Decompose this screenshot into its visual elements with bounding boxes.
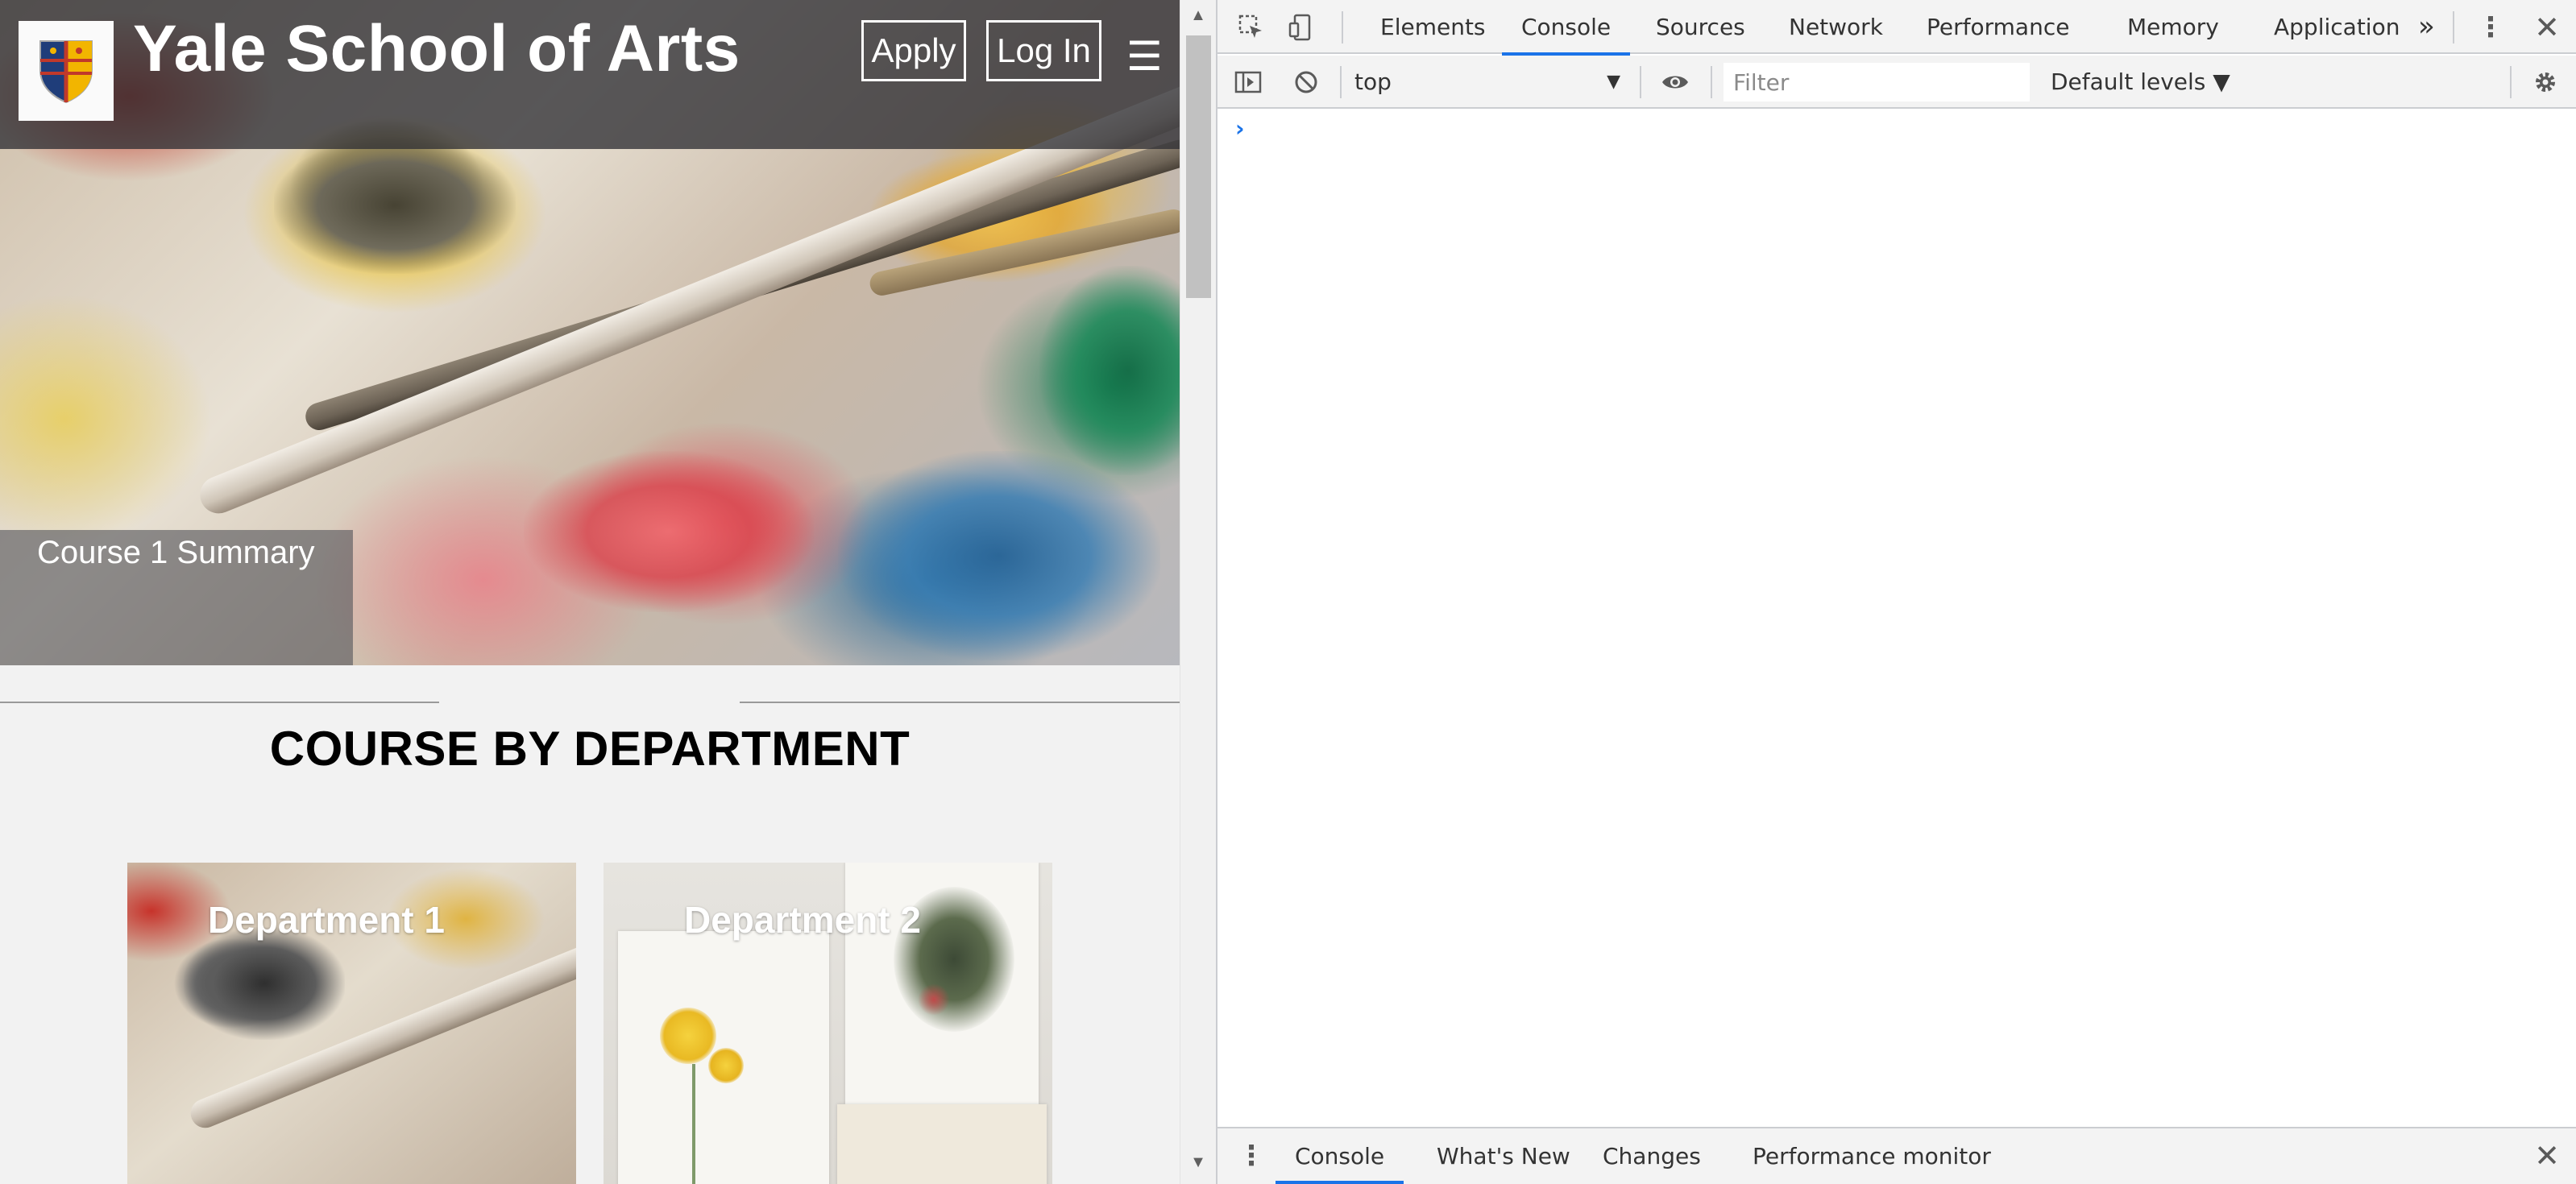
tab-network[interactable]: Network [1769, 0, 1902, 54]
drawer-tab-console[interactable]: Console [1276, 1128, 1404, 1184]
console-prompt-chevron-icon[interactable]: › [1235, 115, 1245, 142]
site-header: Yale School of Arts Apply Log In ☰ [0, 0, 1180, 149]
hero-caption-text: Course 1 Summary [37, 535, 315, 570]
tab-application[interactable]: Application [2255, 0, 2419, 54]
department-card-label: Department 1 [208, 899, 445, 941]
drawer-tab-changes[interactable]: Changes [1583, 1128, 1720, 1184]
login-button[interactable]: Log In [986, 20, 1101, 81]
context-selector[interactable]: top ▼ [1354, 64, 1620, 101]
school-logo[interactable] [19, 21, 114, 121]
device-toolbar-icon[interactable] [1285, 11, 1317, 43]
site-title[interactable]: Yale School of Arts [133, 11, 740, 87]
drawer-tab-whats-new[interactable]: What's New [1417, 1128, 1590, 1184]
shield-crest-icon [39, 40, 93, 104]
tab-elements[interactable]: Elements [1361, 0, 1505, 54]
console-filter-input[interactable] [1724, 63, 2030, 101]
devtools-tab-bar: Elements Console Sources Network Perform… [1217, 0, 2576, 56]
heading-divider-left [0, 702, 439, 703]
drawer-tab-bar: ⋮ Console What's New Changes Performance… [1217, 1127, 2576, 1184]
heading-divider-right [740, 702, 1180, 703]
close-drawer-icon[interactable]: ✕ [2531, 1138, 2563, 1174]
scroll-down-arrow-icon[interactable]: ▼ [1180, 1153, 1216, 1178]
close-devtools-icon[interactable]: ✕ [2531, 10, 2563, 45]
department-card-label: Department 2 [684, 899, 921, 941]
drawer-tab-performance-monitor[interactable]: Performance monitor [1733, 1128, 2010, 1184]
inspect-element-icon[interactable] [1235, 11, 1267, 43]
clear-console-icon[interactable] [1290, 66, 1322, 98]
tab-performance[interactable]: Performance [1907, 0, 2089, 54]
scrollbar-thumb[interactable] [1186, 35, 1211, 298]
kebab-menu-icon[interactable]: ⋮ [2474, 11, 2507, 43]
more-tabs-chevron-icon[interactable]: » [2399, 0, 2454, 54]
department-card-2[interactable]: Department 2 [604, 863, 1052, 1184]
context-selector-value: top [1354, 68, 1392, 95]
tab-memory[interactable]: Memory [2108, 0, 2238, 54]
console-output[interactable]: › [1217, 110, 2576, 1127]
hamburger-menu-icon[interactable]: ☰ [1126, 36, 1163, 77]
scroll-up-arrow-icon[interactable]: ▲ [1180, 6, 1216, 31]
console-settings-gear-icon[interactable] [2529, 66, 2561, 98]
log-levels-dropdown[interactable]: Default levels ▼ [2051, 64, 2230, 101]
section-heading: COURSE BY DEPARTMENT [269, 722, 911, 776]
tab-console[interactable]: Console [1502, 0, 1631, 56]
apply-button[interactable]: Apply [861, 20, 966, 81]
show-sidebar-icon[interactable] [1232, 66, 1264, 98]
hero-caption[interactable]: Course 1 Summary [0, 530, 353, 665]
website-viewport: Yale School of Arts Apply Log In ☰ Cours… [0, 0, 1180, 1184]
console-toolbar: top ▼ Default levels ▼ [1217, 56, 2576, 109]
drawer-kebab-menu-icon[interactable]: ⋮ [1235, 1140, 1267, 1172]
page-scrollbar[interactable]: ▲ ▼ [1180, 0, 1216, 1184]
department-card-1[interactable]: Department 1 [127, 863, 576, 1184]
tab-sources[interactable]: Sources [1636, 0, 1765, 54]
devtools-panel: Elements Console Sources Network Perform… [1216, 0, 2576, 1184]
live-expression-eye-icon[interactable] [1659, 66, 1691, 98]
dropdown-arrow-icon: ▼ [1607, 72, 1620, 92]
